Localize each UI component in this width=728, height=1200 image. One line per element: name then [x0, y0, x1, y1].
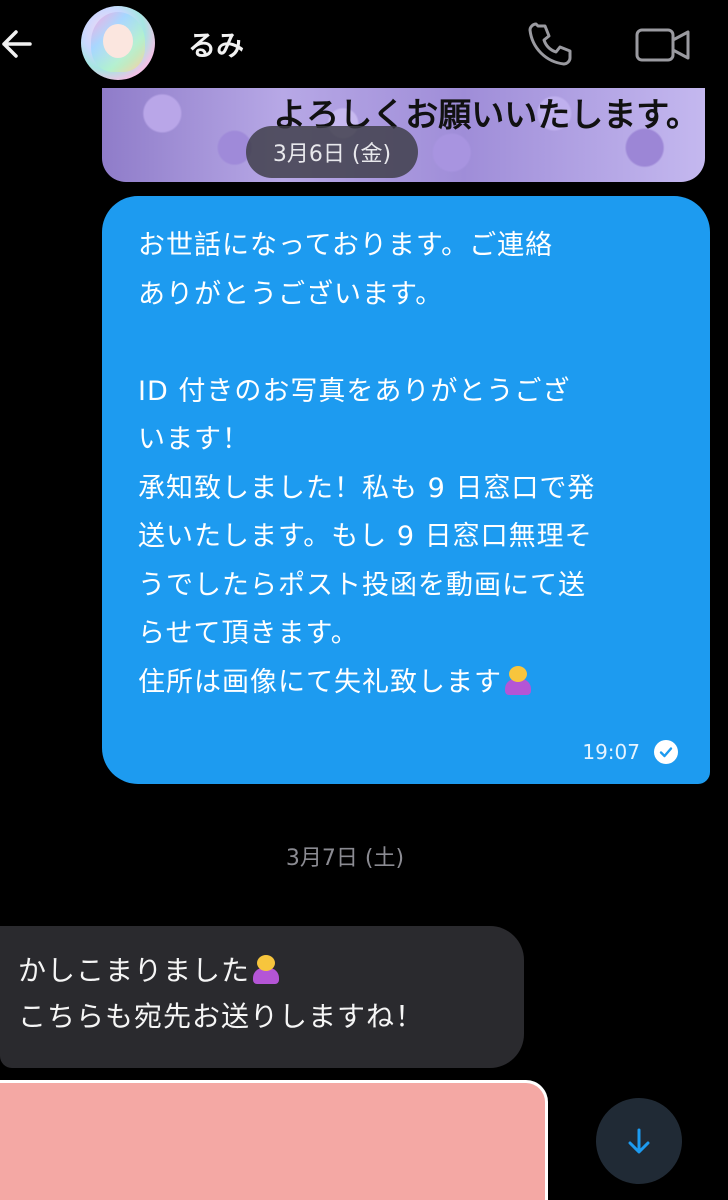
bowing-woman-emoji [250, 953, 282, 985]
sent-message-body: お世話になっております。ご連絡 ありがとうございます。 ID 付きのお写真をあり… [138, 230, 596, 698]
contact-avatar[interactable] [81, 6, 155, 80]
received-message-bubble[interactable]: かしこまりました こちらも宛先お送りしますね！ [0, 926, 524, 1068]
received-image-message[interactable] [0, 1080, 548, 1200]
sent-message-bubble[interactable]: お世話になっております。ご連絡 ありがとうございます。 ID 付きのお写真をあり… [102, 196, 710, 784]
date-separator-mar7: 3月7日 (土) [285, 846, 405, 871]
contact-name[interactable]: るみ [188, 24, 244, 64]
scroll-to-bottom-button[interactable] [596, 1098, 682, 1184]
received-line-1: かしこまりました [18, 954, 251, 987]
phone-icon [528, 22, 572, 66]
back-button[interactable] [0, 14, 40, 74]
received-line-2: こちらも宛先お送りしますね！ [18, 1000, 425, 1033]
conversation-header: るみ [0, 0, 728, 88]
date-separator-mar6: 3月6日 (金) [246, 126, 418, 178]
avatar-face [103, 24, 133, 58]
back-arrow-icon [2, 30, 32, 58]
bowing-woman-emoji [502, 664, 534, 696]
dm-conversation-screen: るみ よろしくお願いいたします。 3月6日 (金) お世話になっております。ご連… [0, 0, 728, 1200]
message-meta: 19:07 [582, 740, 678, 764]
received-message-text: かしこまりました こちらも宛先お送りしますね！ [18, 948, 524, 1040]
sent-message-text: お世話になっております。ご連絡 ありがとうございます。 ID 付きのお写真をあり… [138, 222, 680, 707]
read-check-icon [654, 740, 678, 764]
message-time: 19:07 [582, 740, 640, 764]
video-camera-icon [635, 28, 690, 62]
arrow-down-icon [628, 1128, 650, 1154]
call-button[interactable] [526, 20, 574, 68]
video-call-button[interactable] [634, 20, 692, 68]
